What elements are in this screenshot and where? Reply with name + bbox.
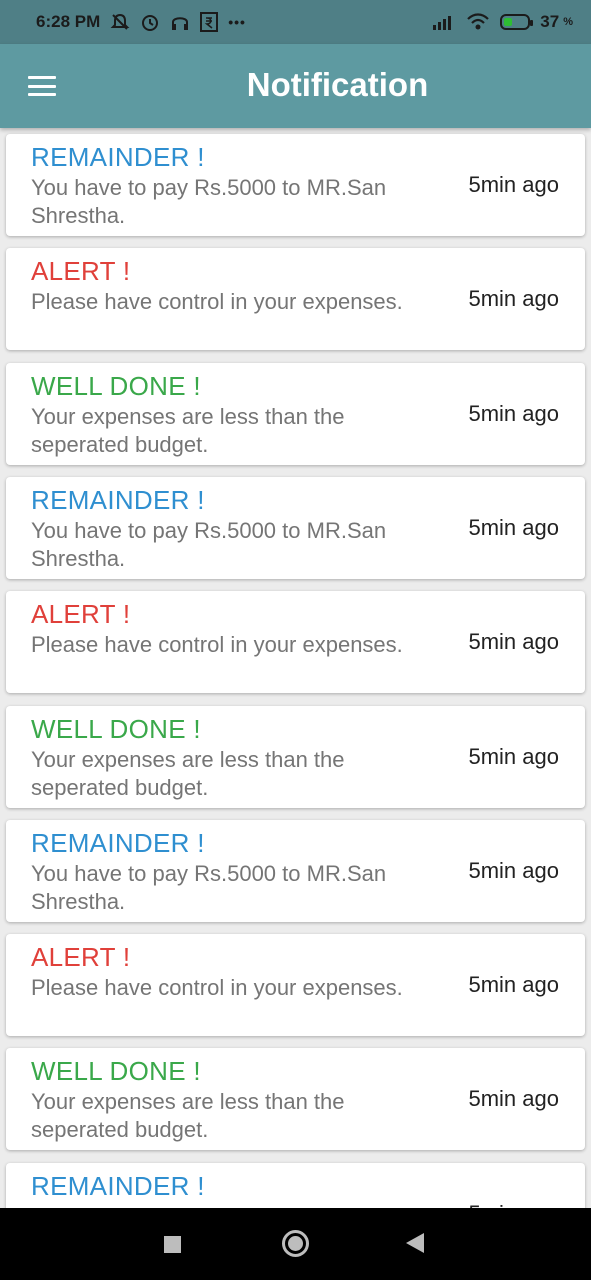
rupee-icon [200, 12, 219, 32]
notification-message: Please have control in your expenses. [31, 289, 403, 315]
home-icon[interactable] [282, 1230, 309, 1257]
battery-percent: 37 [540, 12, 560, 31]
battery-unit: % [563, 16, 573, 28]
notification-title: REMAINDER ! [31, 484, 205, 515]
notification-time: 5min ago [468, 743, 559, 769]
notification-time: 5min ago [468, 286, 559, 312]
notification-card[interactable]: WELL DONE ! Your expenses are less than t… [6, 362, 585, 465]
signal-icon [432, 13, 456, 31]
notification-title: ALERT ! [31, 599, 131, 630]
notification-message: Your expenses are less than the seperate… [31, 403, 345, 457]
notification-card[interactable]: REMAINDER !You have to pay Rs.5000 to MR… [6, 134, 585, 236]
notification-title: ALERT ! [31, 942, 131, 973]
notification-card[interactable]: ALERT ! Please have control in your expen… [6, 248, 585, 351]
notification-time: 5min ago [468, 1201, 559, 1208]
app-bar: Notification [0, 44, 591, 128]
notification-time: 5min ago [468, 514, 559, 540]
more-dots-icon: ••• [228, 14, 246, 30]
notification-card[interactable]: ALERT ! Please have control in your expen… [6, 591, 585, 694]
notification-title: REMAINDER ! [31, 1170, 205, 1201]
status-bar: 6:28 PM ••• 37% [0, 0, 591, 44]
wifi-icon [466, 13, 490, 31]
back-icon[interactable] [406, 1233, 424, 1253]
muted-notifications-icon [110, 12, 130, 32]
notification-time: 5min ago [468, 1086, 559, 1112]
status-right: 37% [432, 12, 573, 32]
notification-card[interactable]: REMAINDER !You have to pay Rs.5000 to MR… [6, 819, 585, 922]
notification-card[interactable]: WELL DONE ! Your expenses are less than t… [6, 1048, 585, 1151]
notification-card[interactable]: REMAINDER !You have to pay Rs.5000 to MR… [6, 476, 585, 579]
notification-message: You have to pay Rs.5000 to MR.San Shrest… [31, 860, 387, 914]
notification-message: Please have control in your expenses. [31, 975, 403, 1001]
notification-card[interactable]: WELL DONE ! Your expenses are less than t… [6, 705, 585, 808]
notification-title: ALERT ! [31, 256, 131, 287]
battery-icon [500, 14, 534, 30]
notification-time: 5min ago [468, 972, 559, 998]
notification-title: REMAINDER ! [31, 142, 205, 172]
notification-time: 5min ago [468, 172, 559, 197]
notification-list[interactable]: REMAINDER ! You have to pay Rs.5000 to MR… [0, 128, 591, 1208]
battery-indicator: 37% [500, 12, 573, 32]
notification-message: You have to pay Rs.5000 to MR.San Shrest… [31, 517, 387, 571]
notification-message: You have to pay Rs.5000 to MR.San Shrest… [31, 175, 387, 228]
status-left: 6:28 PM ••• [36, 12, 246, 32]
page-title: Notification [246, 66, 429, 103]
headset-icon [170, 12, 190, 32]
notification-title: REMAINDER ! [31, 827, 205, 858]
system-nav-bar [0, 1208, 591, 1280]
notification-time: 5min ago [468, 400, 559, 426]
notification-title: WELL DONE ! [31, 1056, 201, 1087]
notification-title: WELL DONE ! [31, 713, 201, 744]
notification-message: Your expenses are less than the seperate… [31, 746, 345, 800]
status-time: 6:28 PM [36, 12, 101, 31]
recent-apps-icon[interactable] [164, 1236, 181, 1253]
alarm-icon [140, 12, 160, 32]
notification-message: Your expenses are less than the seperate… [31, 1089, 345, 1143]
notification-card[interactable]: ALERT ! Please have control in your expen… [6, 934, 585, 1037]
notification-card[interactable]: REMAINDER !You have to pay Rs.5000 to MR… [6, 1162, 585, 1208]
notification-time: 5min ago [468, 629, 559, 655]
notification-message: Please have control in your expenses. [31, 632, 403, 658]
notification-title: WELL DONE ! [31, 370, 201, 401]
notification-time: 5min ago [468, 857, 559, 883]
